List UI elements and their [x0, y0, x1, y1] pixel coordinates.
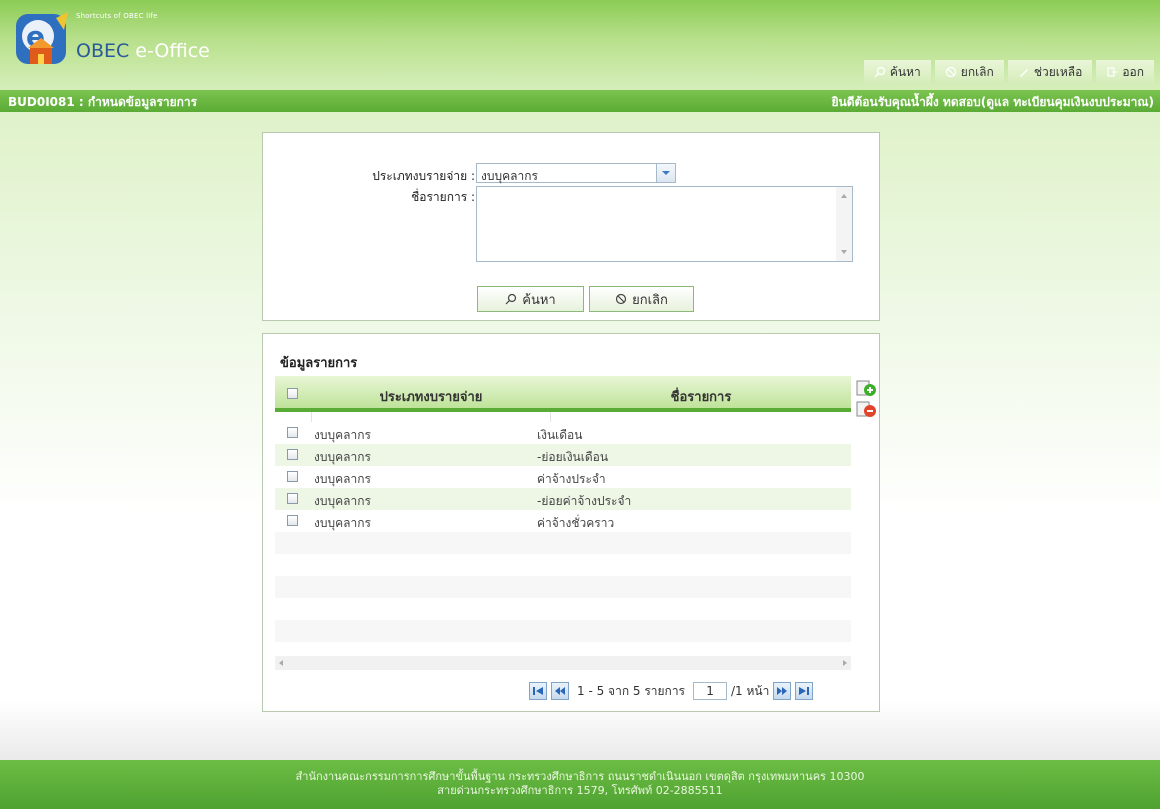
welcome-text: ยินดีต้อนรับคุณน้ำผึ้ง ทดสอบ(ดูแล ทะเบีย…: [831, 95, 1154, 109]
row-actions: [855, 380, 877, 422]
next-page-icon[interactable]: [773, 682, 792, 700]
row-checkbox[interactable]: [287, 493, 298, 504]
search-icon: [874, 66, 886, 78]
footer: สำนักงานคณะกรรมการการศึกษาขั้นพื้นฐาน กร…: [0, 760, 1160, 809]
first-page-icon[interactable]: [529, 682, 547, 700]
footer-contact: สายด่วนกระทรวงศึกษาธิการ 1579, โทรศัพท์ …: [437, 784, 723, 797]
prev-page-icon[interactable]: [551, 682, 569, 700]
last-page-icon[interactable]: [795, 682, 814, 700]
table-row[interactable]: งบบุคลากร -ย่อยเงินเดือน: [275, 444, 851, 466]
cell-expense-type: งบบุคลากร: [314, 450, 371, 464]
top-menu-help-label: ช่วยเหลือ: [1033, 64, 1083, 79]
item-name-label: ชื่อรายการ :: [411, 190, 475, 204]
cancel-button[interactable]: ยกเลิก: [589, 286, 694, 312]
cell-item-name: -ย่อยค่าจ้างประจำ: [537, 494, 632, 508]
row-checkbox[interactable]: [287, 449, 298, 460]
cell-item-name: ค่าจ้างชั่วคราว: [537, 516, 615, 530]
top-menu-exit[interactable]: ออก: [1096, 60, 1154, 84]
search-icon: [505, 293, 517, 305]
empty-row: [275, 598, 851, 620]
empty-row: [275, 532, 851, 554]
expense-type-value: งบบุคลากร: [481, 169, 538, 183]
help-icon: [1019, 69, 1028, 77]
footer-address: สำนักงานคณะกรรมการการศึกษาขั้นพื้นฐาน กร…: [295, 770, 865, 783]
search-button[interactable]: ค้นหา: [477, 286, 584, 312]
pager-total: /1 หน้า: [731, 683, 770, 698]
table-row[interactable]: งบบุคลากร -ย่อยค่าจ้างประจำ: [275, 488, 851, 510]
horizontal-scrollbar[interactable]: [275, 656, 851, 670]
textarea-scrollbar[interactable]: [836, 187, 852, 261]
chevron-down-icon[interactable]: [656, 164, 675, 182]
search-button-label: ค้นหา: [522, 292, 556, 308]
page-title: BUD0I081 : กำหนดข้อมูลรายการ: [8, 95, 198, 109]
cancel-button-label: ยกเลิก: [632, 292, 668, 308]
cell-expense-type: งบบุคลากร: [314, 428, 371, 442]
title-bar: BUD0I081 : กำหนดข้อมูลรายการ ยินดีต้อนรั…: [0, 90, 1160, 112]
item-name-field[interactable]: [476, 186, 853, 262]
logo-tagline: Shortcuts of OBEC life: [76, 12, 158, 20]
table-row[interactable]: งบบุคลากร ค่าจ้างประจำ: [275, 466, 851, 488]
empty-row: [275, 554, 851, 576]
top-menu-cancel[interactable]: ยกเลิก: [934, 60, 1004, 84]
cancel-icon: [616, 293, 627, 305]
grid-header: ประเภทงบรายจ่าย ชื่อรายการ: [275, 376, 851, 412]
top-menu: ค้นหา ยกเลิก ช่วยเหลือ ออก: [860, 60, 1160, 84]
table-row[interactable]: งบบุคลากร เงินเดือน: [275, 422, 851, 444]
top-menu-help[interactable]: ช่วยเหลือ: [1007, 60, 1093, 84]
row-checkbox[interactable]: [287, 515, 298, 526]
table-row[interactable]: งบบุคลากร ค่าจ้างชั่วคราว: [275, 510, 851, 532]
logo-title: OBEC e-Office: [76, 40, 210, 62]
cell-item-name: -ย่อยเงินเดือน: [537, 450, 609, 464]
column-header-expense-type[interactable]: ประเภทงบรายจ่าย: [313, 386, 549, 407]
obec-logo-icon: e: [12, 10, 72, 68]
expense-type-label: ประเภทงบรายจ่าย :: [372, 169, 475, 183]
delete-row-icon[interactable]: [855, 401, 877, 422]
top-menu-exit-label: ออก: [1122, 64, 1144, 79]
expense-type-select[interactable]: งบบุคลากร: [476, 163, 676, 183]
logo-title-eoffice: e-Office: [129, 40, 210, 62]
top-menu-search-label: ค้นหา: [889, 64, 921, 79]
cancel-icon: [945, 66, 956, 78]
top-menu-cancel-label: ยกเลิก: [960, 64, 994, 79]
pager-summary: 1 - 5 จาก 5 รายการ: [577, 683, 686, 698]
row-checkbox[interactable]: [287, 471, 298, 482]
exit-icon: [1107, 67, 1118, 77]
search-panel: ประเภทงบรายจ่าย : งบบุคลากร ชื่อรายการ :…: [262, 132, 880, 321]
select-all-checkbox[interactable]: [287, 388, 298, 399]
data-grid: ประเภทงบรายจ่าย ชื่อรายการ งบบุคลากร เงิ…: [275, 376, 851, 666]
row-checkbox[interactable]: [287, 427, 298, 438]
column-header-item-name[interactable]: ชื่อรายการ: [551, 386, 851, 407]
cell-expense-type: งบบุคลากร: [314, 494, 371, 508]
page-number-input[interactable]: 1: [693, 682, 728, 700]
cell-expense-type: งบบุคลากร: [314, 472, 371, 486]
cell-item-name: ค่าจ้างประจำ: [537, 472, 606, 486]
logo-title-obec: OBEC: [76, 40, 130, 62]
empty-row: [275, 576, 851, 598]
cell-expense-type: งบบุคลากร: [314, 516, 371, 530]
pager: 1 - 5 จาก 5 รายการ 1 /1 หน้า: [529, 680, 814, 702]
add-row-icon[interactable]: [855, 380, 877, 401]
empty-row: [275, 620, 851, 642]
list-title: ข้อมูลรายการ: [280, 356, 358, 371]
top-menu-search[interactable]: ค้นหา: [863, 60, 931, 84]
list-panel: ข้อมูลรายการ ประเภทงบรายจ่าย ชื่อรายการ …: [262, 333, 880, 712]
cell-item-name: เงินเดือน: [537, 428, 583, 442]
header: e Shortcuts of OBEC life OBEC e-Office ค…: [0, 0, 1160, 90]
